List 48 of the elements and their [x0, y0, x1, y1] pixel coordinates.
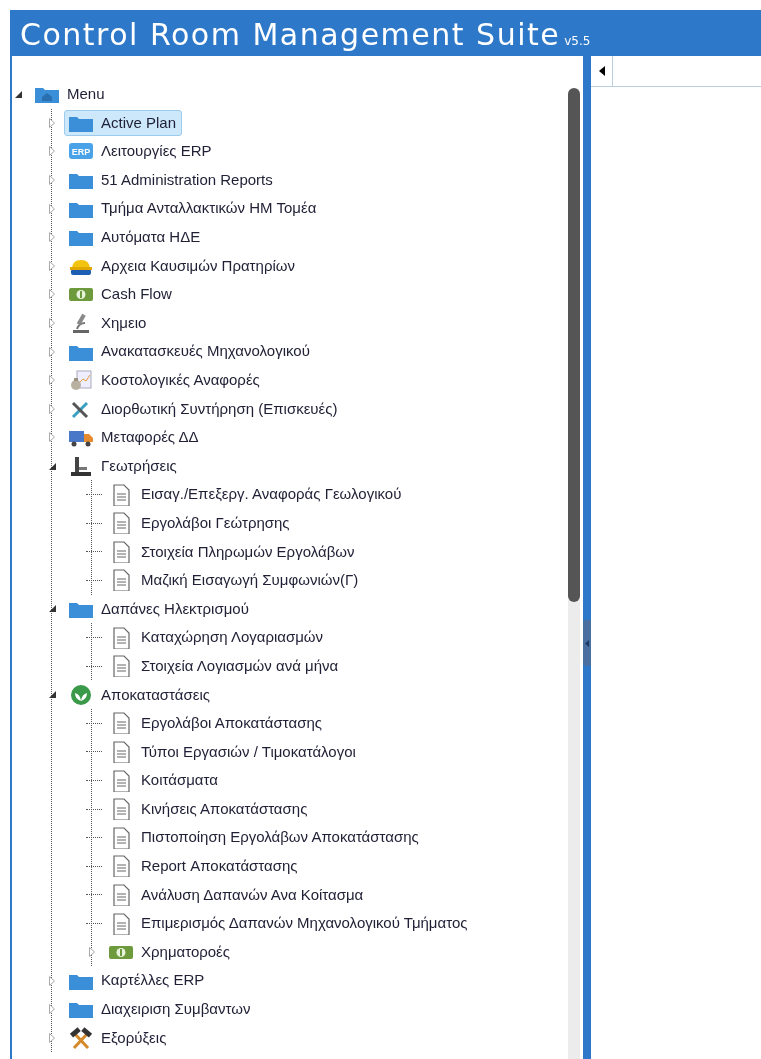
expand-arrow[interactable] — [46, 1031, 58, 1044]
tree-item[interactable]: Active Plan — [64, 109, 183, 137]
tree-item[interactable]: Χρηματοροές — [104, 938, 237, 966]
tree-item[interactable]: Διαχειριση Συμβαντων — [64, 996, 257, 1023]
hammers-icon — [67, 1026, 95, 1049]
tree-item[interactable]: Ανακατασκευές Μηχανολογικού — [64, 338, 316, 365]
tree-item[interactable]: Menu — [30, 81, 111, 108]
collapse-handle[interactable] — [583, 620, 591, 666]
tree-item[interactable]: Τύποι Εργασιών / Τιμοκατάλογοι — [104, 738, 362, 766]
tree-item[interactable]: Στοιχεία Λογιασμών ανά μήνα — [104, 652, 345, 680]
expand-arrow[interactable] — [46, 231, 58, 244]
expand-arrow[interactable] — [46, 145, 58, 158]
tree-item[interactable]: Cash Flow — [64, 281, 178, 308]
tree-item[interactable]: Εργολάβοι Γεώτρησης — [104, 509, 296, 537]
expand-arrow[interactable] — [46, 259, 58, 272]
tree-item[interactable]: Αρχεια Καυσιμών Πρατηρίων — [64, 252, 301, 280]
expand-arrow[interactable] — [46, 317, 58, 330]
expand-arrow[interactable] — [46, 1003, 58, 1016]
expand-arrow[interactable] — [46, 431, 58, 444]
tree-item[interactable]: Εργολάβοι Αποκατάστασης — [104, 710, 328, 737]
tree-item[interactable]: Ανάλυση Δαπανών Ανα Κοίτασμα — [104, 881, 370, 909]
tree-item[interactable]: Δαπάνες Ηλεκτρισμού — [64, 595, 255, 623]
scrollbar-thumb[interactable] — [568, 88, 580, 602]
caret-left-icon — [598, 66, 605, 76]
tree-item[interactable]: Κοστολογικές Αναφορές — [64, 367, 266, 394]
expand-arrow[interactable] — [46, 345, 58, 358]
tree-item[interactable]: Κοιτάσματα — [104, 767, 224, 794]
tree-item[interactable]: Καταχώρηση Λογαριασμών — [104, 624, 330, 651]
tree-item[interactable]: Καρτέλλες ERP — [64, 967, 211, 994]
tree-item[interactable]: Αποκαταστάσεις — [64, 681, 216, 708]
tree-item[interactable]: Μαζική Εισαγωγή Συμφωνιών(Γ) — [104, 567, 365, 594]
version-label: v5.5 — [564, 33, 591, 50]
tree-item[interactable]: 51 Administration Reports — [64, 166, 279, 194]
tree-item[interactable]: Τμήμα Ανταλλακτικών ΗΜ Τομέα — [64, 195, 323, 222]
app-title: Control Room Management Suite — [20, 20, 561, 50]
tree-item[interactable]: Πιστοποίηση Εργολάβων Αποκατάστασης — [104, 824, 425, 851]
tree-item[interactable]: ERP Λειτουργίες ERP — [64, 138, 218, 165]
tree-item[interactable]: Διορθωτική Συντήρηση (Επισκευές) — [64, 395, 344, 423]
tree-item[interactable]: Γεωτρήσεις — [64, 452, 183, 480]
tree-item[interactable]: Κινήσεις Αποκατάστασης — [104, 795, 314, 823]
tree-item[interactable]: Στοιχεία Πληρωμών Εργολάβων — [104, 538, 361, 566]
tree-item[interactable]: Εισαγ./Επεξεργ. Αναφοράς Γεωλογικού — [104, 481, 408, 508]
tree-item[interactable]: Χημειο — [64, 309, 153, 337]
tree-item[interactable]: Αυτόματα ΗΔΕ — [64, 224, 207, 251]
tree-item[interactable]: Επιμερισμός Δαπανών Μηχανολογικού Τμήματος — [104, 910, 474, 937]
tree-item[interactable]: Μεταφορές ΔΔ — [64, 424, 205, 451]
tree-item[interactable]: Report Αποκατάστασης — [104, 853, 304, 880]
tree-item[interactable]: Εξορύξεις — [64, 1024, 173, 1052]
